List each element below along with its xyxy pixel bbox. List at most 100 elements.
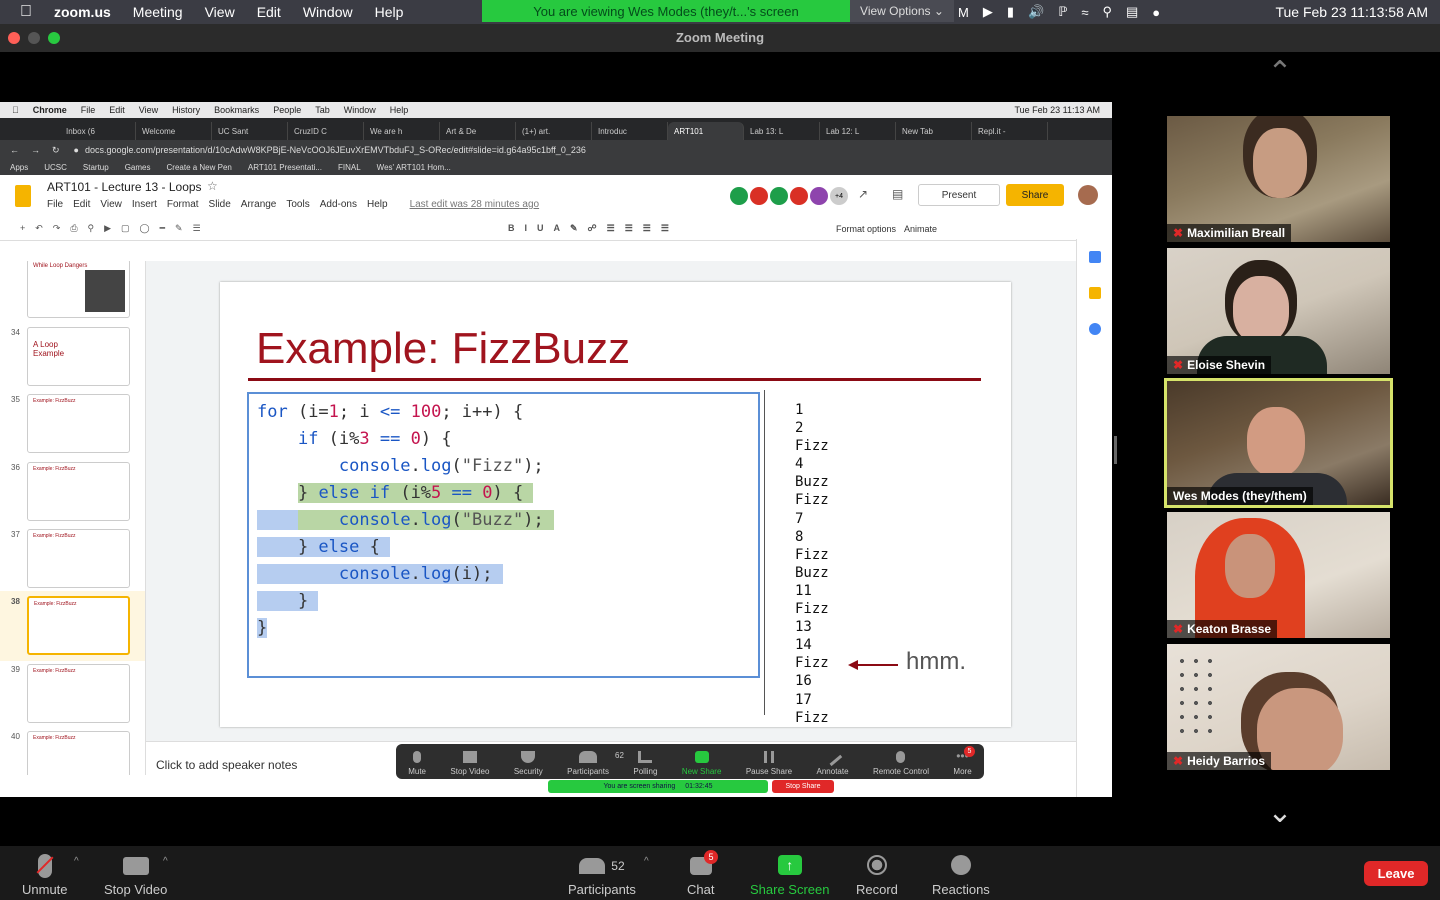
thumb-title: A Loop Example	[33, 340, 65, 358]
app-menu[interactable]: zoom.us	[54, 4, 111, 20]
zoom-window-button[interactable]	[48, 32, 60, 44]
siri-icon[interactable]: ●	[1152, 5, 1160, 20]
play-icon[interactable]: ▶	[983, 4, 993, 20]
chrome-menu-edit: Edit	[102, 105, 125, 115]
minimize-window-button[interactable]	[28, 32, 40, 44]
thumb-title: Example: FizzBuzz	[33, 398, 76, 404]
gallery-down-icon[interactable]: ⌄	[1262, 798, 1298, 828]
mute-slash-icon	[36, 856, 54, 874]
thumb-number: 40	[11, 732, 20, 741]
audio-options-chevron[interactable]: ^	[74, 856, 79, 867]
chrome-menu-people: People	[266, 105, 301, 115]
user-avatar	[1078, 185, 1098, 205]
bookmark: Apps	[10, 163, 29, 172]
gallery-up-icon[interactable]: ⌃	[1262, 58, 1298, 88]
participants-icon: 52	[579, 854, 625, 878]
participant-name-text: Maximilian Breall	[1187, 226, 1286, 240]
participant-video[interactable]: ✖ Heidy Barrios	[1167, 644, 1390, 770]
bluetooth-icon[interactable]: ℙ	[1058, 4, 1067, 20]
chrome-tabs: Inbox (6 Welcome UC Sant CruzID C We are…	[0, 118, 1112, 140]
slide: Example: FizzBuzz for (i=1; i <= 100; i+…	[220, 282, 1011, 727]
participant-face	[1233, 276, 1289, 344]
title-rule	[248, 378, 981, 381]
control-center-icon[interactable]: ▤	[1126, 4, 1138, 20]
bookmark: Wes' ART101 Hom...	[376, 163, 451, 172]
chrome-menu-help: Help	[383, 105, 409, 115]
video-options-chevron[interactable]: ^	[163, 856, 168, 867]
thumb-number: 34	[11, 328, 20, 337]
float-annotate-label: Annotate	[816, 767, 849, 776]
mouse-icon	[896, 751, 906, 763]
participant-name-text: Heidy Barrios	[1187, 754, 1266, 768]
slides-menu-item: Slide	[208, 199, 231, 210]
float-annotate-button[interactable]: Annotate	[816, 747, 849, 776]
slide-filmstrip: While Loop Dangers 34 A Loop Example 35 …	[0, 261, 146, 775]
volume-icon[interactable]: 🔊	[1028, 4, 1044, 20]
share-button: Share	[1006, 184, 1064, 206]
participant-name-text: Keaton Brasse	[1187, 622, 1272, 636]
viewer-avatars: +4	[730, 187, 848, 205]
participant-video[interactable]: ✖ Keaton Brasse	[1167, 512, 1390, 638]
search-icon[interactable]: ⚲	[1102, 4, 1112, 20]
leave-button[interactable]: Leave	[1364, 861, 1428, 886]
menubar-clock[interactable]: Tue Feb 23 11:13:58 AM	[1275, 4, 1428, 20]
slide-thumbnail: Example: FizzBuzz	[27, 664, 130, 723]
url-text: docs.google.com/presentation/d/10cAdwW8K…	[84, 145, 586, 155]
menu-edit[interactable]: Edit	[257, 4, 281, 20]
participants-button[interactable]: 52 Participants	[568, 854, 636, 897]
menu-meeting[interactable]: Meeting	[133, 4, 183, 20]
menu-help[interactable]: Help	[375, 4, 404, 20]
slides-menu-item: Edit	[73, 199, 91, 210]
stop-video-button[interactable]: Stop Video	[104, 854, 167, 897]
thumb-number: 35	[11, 395, 20, 404]
share-screen-button[interactable]: ↑ Share Screen	[750, 854, 830, 897]
chrome-menu-tab: Tab	[308, 105, 330, 115]
tab: Welcome	[136, 122, 212, 140]
wall-decor	[1175, 654, 1221, 734]
float-mute-button[interactable]: Mute	[408, 751, 426, 776]
wifi-icon[interactable]: ≈	[1081, 5, 1088, 20]
view-options-button[interactable]: View Options ⌄	[850, 0, 954, 22]
output-line: 4	[795, 456, 804, 473]
avatar	[790, 187, 808, 205]
participants-label: Participants	[568, 882, 636, 897]
participant-video[interactable]: ✖ Eloise Shevin	[1167, 248, 1390, 374]
slide-title: Example: FizzBuzz	[256, 324, 631, 373]
float-new-share-label: New Share	[681, 767, 722, 776]
participants-options-chevron[interactable]: ^	[644, 856, 649, 867]
malwarebytes-icon[interactable]: M	[958, 5, 969, 20]
apple-icon[interactable]: 	[20, 3, 32, 21]
slide-canvas: Example: FizzBuzz for (i=1; i <= 100; i+…	[146, 261, 1076, 741]
chrome-menu-view: View	[132, 105, 158, 115]
battery-icon[interactable]: ▮	[1007, 4, 1014, 20]
participant-name-text: Eloise Shevin	[1187, 358, 1266, 372]
float-new-share-button[interactable]: New Share	[681, 751, 722, 776]
record-button[interactable]: Record	[856, 854, 898, 897]
thumb-title: Example: FizzBuzz	[33, 668, 76, 674]
participant-video[interactable]: ✖ Maximilian Breall	[1167, 116, 1390, 242]
tab: New Tab	[896, 122, 972, 140]
float-stop-video-button[interactable]: Stop Video	[450, 751, 489, 776]
float-pause-share-button[interactable]: Pause Share	[746, 751, 792, 776]
float-polling-button[interactable]: Polling	[633, 751, 657, 776]
chat-label: Chat	[687, 882, 715, 897]
muted-mic-icon: ✖	[1173, 226, 1184, 240]
calendar-icon	[1089, 251, 1101, 263]
panel-resize-handle[interactable]	[1114, 436, 1117, 464]
muted-mic-icon: ✖	[1173, 754, 1184, 768]
unmute-button[interactable]: Unmute	[22, 854, 68, 897]
chrome-apple-icon: 	[12, 105, 19, 115]
close-window-button[interactable]	[8, 32, 20, 44]
participant-video-active-speaker[interactable]: Wes Modes (they/them)	[1164, 378, 1393, 508]
animate: Animate	[904, 224, 938, 234]
menu-window[interactable]: Window	[303, 4, 353, 20]
slides-menu-item: Format	[166, 199, 199, 210]
stop-share-button[interactable]: Stop Share	[772, 780, 834, 793]
participants-glyph	[579, 858, 606, 874]
float-remote-control-button[interactable]: Remote Control	[873, 751, 929, 776]
menu-view[interactable]: View	[205, 4, 235, 20]
float-participants-button[interactable]: Participants	[567, 751, 609, 776]
keep-icon	[1089, 287, 1101, 299]
float-security-button[interactable]: Security	[514, 751, 543, 776]
reactions-button[interactable]: Reactions	[932, 854, 990, 897]
